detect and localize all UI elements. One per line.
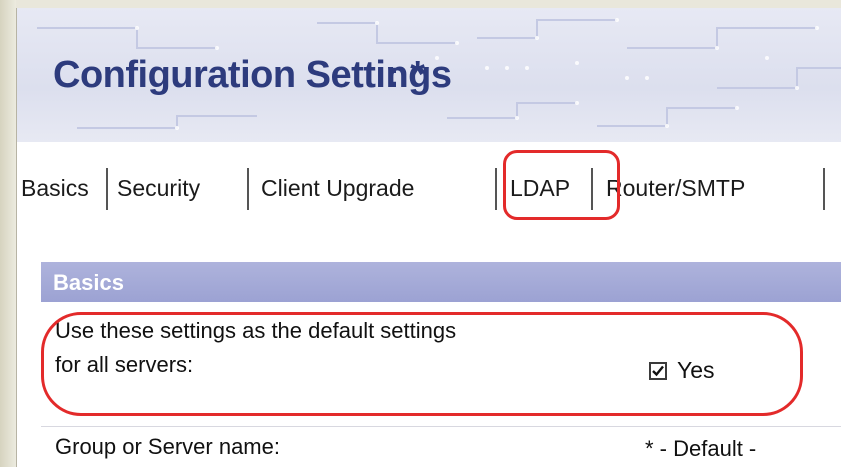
group-name-label: Group or Server name: [55,434,280,459]
section-title: Basics [53,270,124,295]
tab-router-smtp[interactable]: Router/SMTP [606,160,745,216]
row-divider [41,426,841,427]
tab-basics[interactable]: Basics [21,160,89,216]
section-header: Basics [41,262,841,302]
tab-separator [495,168,497,210]
frame-left [0,0,16,467]
settings-window: Configuration Settings : * Basics Securi… [16,8,841,467]
ldap-tab-highlight [503,150,620,220]
tab-separator [106,168,108,210]
tab-client-upgrade[interactable]: Client Upgrade [261,160,414,216]
header-banner: Configuration Settings : * [17,8,841,142]
tab-security[interactable]: Security [117,160,200,216]
tab-separator [247,168,249,210]
default-settings-highlight [41,312,803,416]
tab-separator [823,168,825,210]
tab-strip: Basics Security Client Upgrade LDAP Rout… [17,160,841,216]
group-name-value: * - Default - [645,436,757,461]
page-title-suffix: : * [387,54,425,96]
